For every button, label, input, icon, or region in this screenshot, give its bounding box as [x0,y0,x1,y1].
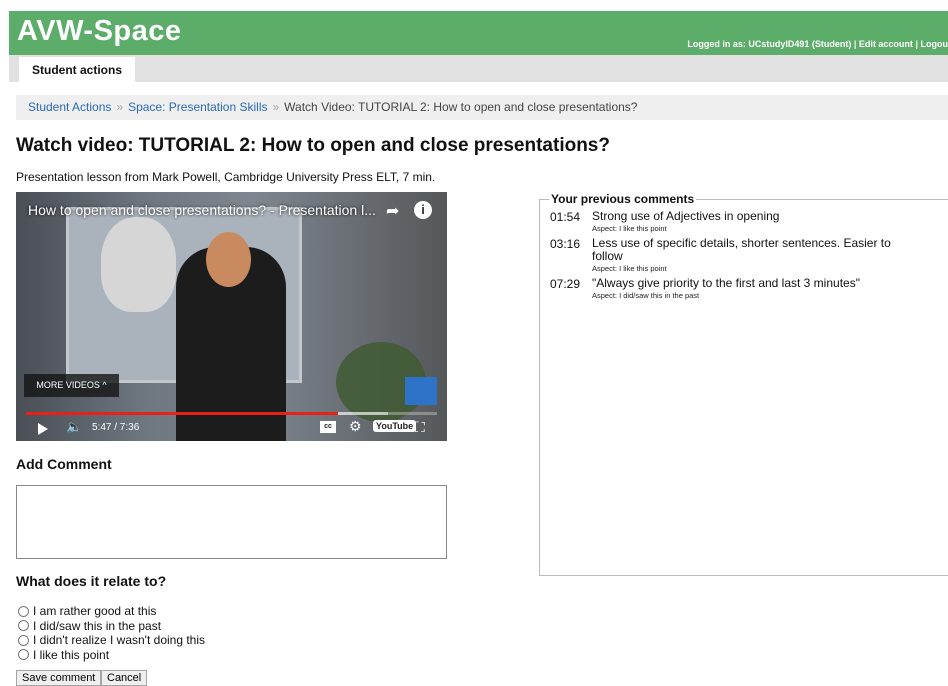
logged-in-prefix: Logged in as: [687,39,746,49]
radio-button[interactable] [18,649,29,660]
previous-comments-panel: Your previous comments 01:54 Strong use … [539,199,948,576]
progress-played [26,412,338,415]
breadcrumb-space[interactable]: Space: Presentation Skills [128,100,267,114]
separator: | [915,39,918,49]
fullscreen-icon[interactable]: ⛶ [415,419,425,436]
radio-button[interactable] [18,635,29,646]
channel-logo-icon[interactable] [405,377,437,405]
tab-bar: Student actions [9,55,948,82]
youtube-logo-icon[interactable]: YouTube [373,420,416,432]
comment-aspect: Aspect: I like this point [592,224,912,233]
breadcrumb-separator: » [116,100,123,114]
volume-icon[interactable]: 🔈 [66,419,82,435]
tab-student-actions[interactable]: Student actions [19,57,135,82]
comment-text: "Always give priority to the first and l… [592,277,912,290]
progress-bar[interactable] [26,412,437,415]
share-icon[interactable]: ➦ [386,201,404,219]
video-player[interactable]: How to open and close presentations? - P… [16,192,447,441]
comment-time[interactable]: 03:16 [550,237,592,273]
play-icon[interactable] [38,423,48,435]
app-title: AVW-Space [17,15,182,48]
breadcrumb-current: Watch Video: TUTORIAL 2: How to open and… [284,100,637,114]
app-header: AVW-Space Logged in as: UCstudyID491 (St… [9,11,948,55]
comment-aspect: Aspect: I like this point [592,264,912,273]
comment-entry[interactable]: 01:54 Strong use of Adjectives in openin… [550,210,920,233]
breadcrumb-student-actions[interactable]: Student Actions [28,100,111,114]
add-comment-heading: Add Comment [16,456,112,472]
video-controls: 🔈 5:47 / 7:36 cc ⚙ YouTube ⛶ [16,417,447,441]
comment-textarea[interactable] [16,485,447,559]
radio-button[interactable] [18,606,29,617]
breadcrumb-separator: » [272,100,279,114]
edit-account-link[interactable]: Edit account [859,39,913,49]
comment-time[interactable]: 07:29 [550,277,592,300]
separator: | [854,39,857,49]
previous-comments-legend: Your previous comments [549,192,696,206]
breadcrumb: Student Actions » Space: Presentation Skil… [16,95,948,120]
comment-body: Strong use of Adjectives in opening Aspe… [592,210,912,233]
video-presenter-head [206,232,251,287]
more-videos-label: MORE VIDEOS [36,380,100,390]
comment-body: Less use of specific details, shorter se… [592,237,912,273]
comment-entry[interactable]: 07:29 "Always give priority to the first… [550,277,920,300]
relate-option-label: I like this point [33,648,109,663]
relate-option-label: I didn't realize I wasn't doing this [33,633,205,648]
video-title[interactable]: How to open and close presentations? - P… [28,202,376,218]
relate-option[interactable]: I did/saw this in the past [18,619,205,634]
video-time: 5:47 / 7:36 [92,422,139,433]
relate-heading: What does it relate to? [16,573,166,589]
video-projection [101,217,176,312]
relate-option-label: I am rather good at this [33,604,156,619]
username: UCstudyID491 (Student) [748,39,851,49]
relate-option-label: I did/saw this in the past [33,619,161,634]
relate-options: I am rather good at this I did/saw this … [18,604,205,662]
relate-option[interactable]: I am rather good at this [18,604,205,619]
comment-aspect: Aspect: I did/saw this in the past [592,291,912,300]
login-info: Logged in as: UCstudyID491 (Student) | E… [687,39,948,49]
more-videos-button[interactable]: MORE VIDEOS ^ [24,374,119,397]
cancel-button[interactable]: Cancel [101,670,147,686]
comment-body: "Always give priority to the first and l… [592,277,912,300]
comment-time[interactable]: 01:54 [550,210,592,233]
gear-icon[interactable]: ⚙ [349,418,362,435]
info-icon[interactable]: i [414,201,432,219]
comment-text: Strong use of Adjectives in opening [592,210,912,223]
comment-text: Less use of specific details, shorter se… [592,237,912,263]
relate-option[interactable]: I like this point [18,648,205,663]
chevron-up-icon: ^ [102,380,106,390]
captions-icon[interactable]: cc [320,421,336,433]
relate-option[interactable]: I didn't realize I wasn't doing this [18,633,205,648]
page-subtitle: Presentation lesson from Mark Powell, Ca… [16,170,435,184]
previous-comments-list: 01:54 Strong use of Adjectives in openin… [550,210,920,304]
radio-button[interactable] [18,620,29,631]
comment-entry[interactable]: 03:16 Less use of specific details, shor… [550,237,920,273]
page-title: Watch video: TUTORIAL 2: How to open and… [16,135,610,157]
save-comment-button[interactable]: Save comment [16,670,101,686]
logout-link[interactable]: Logou [921,39,948,49]
